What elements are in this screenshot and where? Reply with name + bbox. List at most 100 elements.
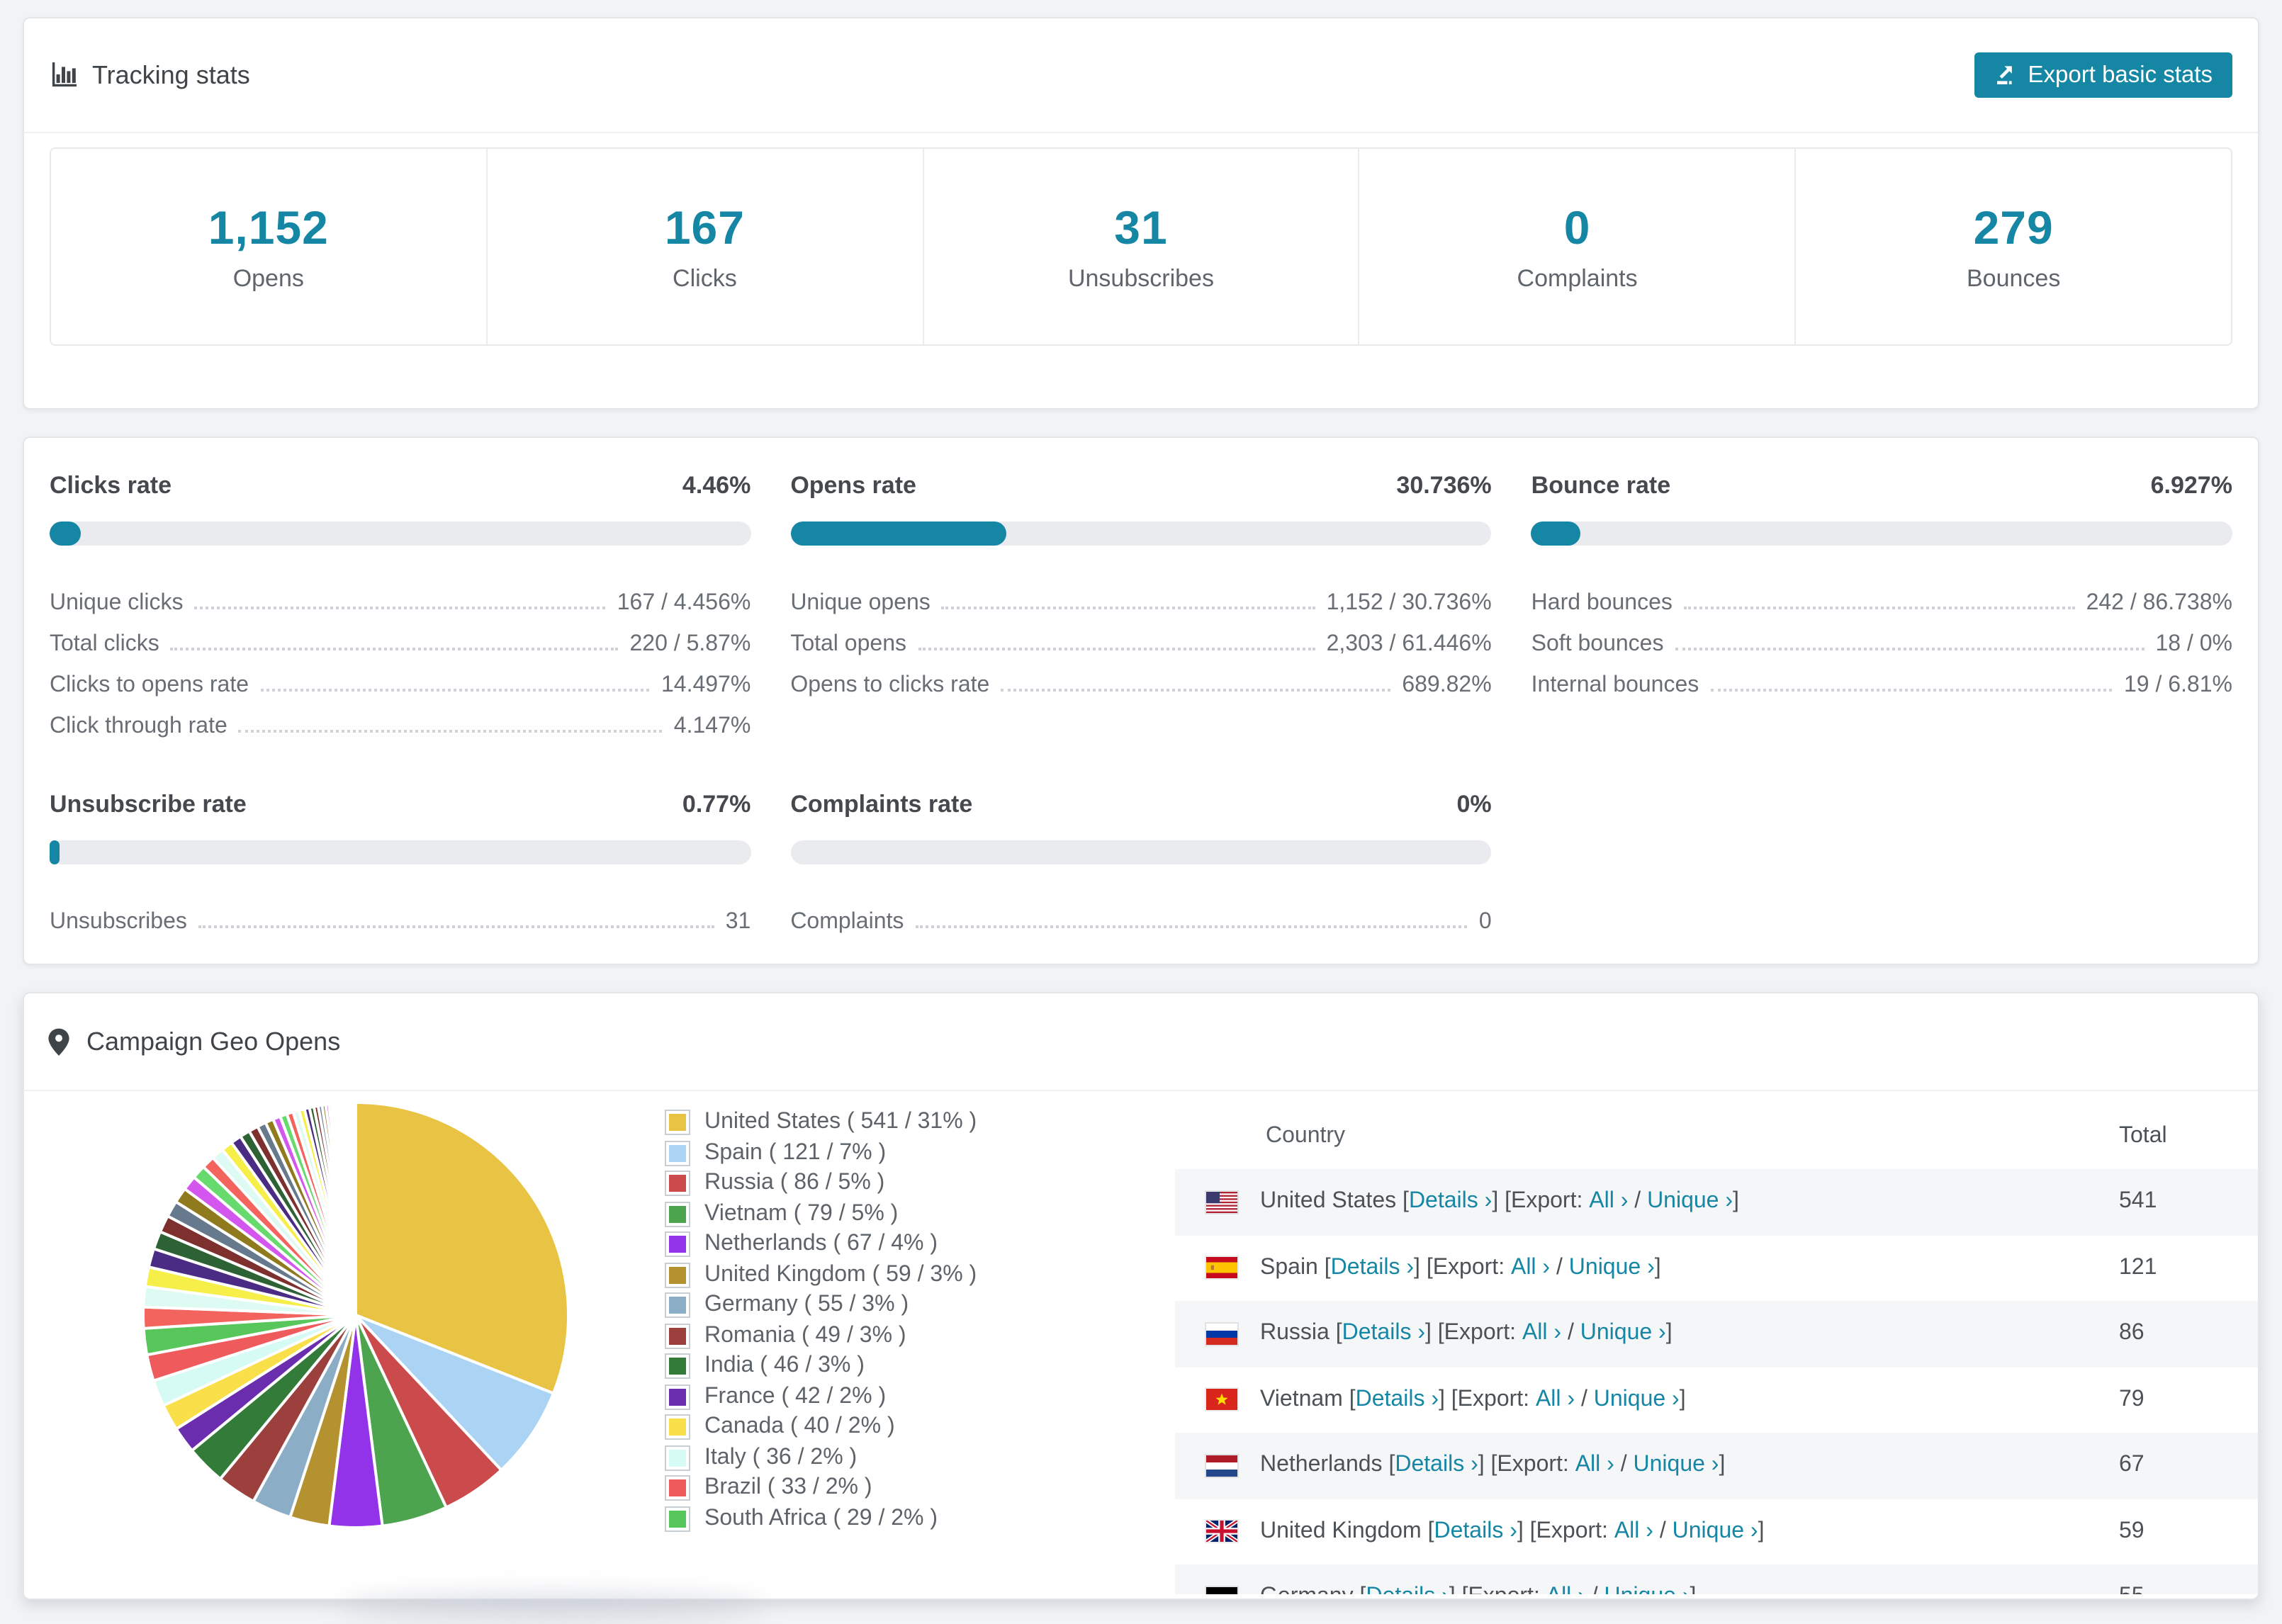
- dotted-leader: [260, 689, 650, 692]
- rate-panel-1: Opens rate 30.736% Unique opens 1,152 / 30.…: [790, 472, 1492, 740]
- dotted-leader: [198, 925, 714, 928]
- legend-item-united-kingdom[interactable]: United Kingdom ( 59 / 3% ): [666, 1262, 977, 1286]
- rate-metric-row: Total clicks 220 / 5.87%: [50, 616, 751, 658]
- rate-panel-head: Complaints rate 0%: [790, 791, 1491, 819]
- details-link[interactable]: Details ›: [1395, 1453, 1478, 1479]
- slash: /: [1653, 1518, 1673, 1543]
- metric-label: Unique clicks: [50, 591, 184, 615]
- export-icon: [1994, 64, 2017, 86]
- export-all-link[interactable]: All ›: [1546, 1585, 1585, 1595]
- rate-metric-row: Click through rate 4.147%: [50, 699, 751, 740]
- country-name: United States: [1260, 1189, 1397, 1214]
- country-name: Russia: [1260, 1321, 1330, 1346]
- rate-panel-head: Clicks rate 4.46%: [50, 472, 751, 500]
- flag-nl-icon: [1206, 1455, 1237, 1477]
- legend-item-italy[interactable]: Italy ( 36 / 2% ): [666, 1445, 977, 1469]
- country-name: United Kingdom: [1260, 1518, 1422, 1543]
- rate-metric-row: Unsubscribes 31: [50, 894, 751, 935]
- export-all-link[interactable]: All ›: [1589, 1190, 1628, 1215]
- country-name: Spain: [1260, 1255, 1318, 1280]
- details-link[interactable]: Details ›: [1356, 1387, 1439, 1413]
- rates-grid: Clicks rate 4.46% Unique clicks 167 / 4.456…: [24, 438, 2258, 935]
- legend-swatch: [666, 1263, 689, 1286]
- legend-item-india[interactable]: India ( 46 / 3% ): [666, 1353, 977, 1377]
- export-unique-link[interactable]: Unique ›: [1594, 1387, 1680, 1413]
- flag-de-icon: [1206, 1586, 1237, 1594]
- details-link[interactable]: Details ›: [1331, 1256, 1414, 1281]
- legend-item-spain[interactable]: Spain ( 121 / 7% ): [666, 1140, 977, 1164]
- stat-box-clicks: 167 Clicks: [488, 149, 924, 344]
- rate-progress-fill: [50, 521, 82, 546]
- legend-label: United States ( 541 / 31% ): [704, 1110, 977, 1134]
- legend-item-russia[interactable]: Russia ( 86 / 5% ): [666, 1171, 977, 1195]
- legend-item-brazil[interactable]: Brazil ( 33 / 2% ): [666, 1475, 977, 1499]
- export-all-link[interactable]: All ›: [1614, 1519, 1653, 1545]
- rate-value: 30.736%: [1396, 472, 1492, 499]
- bracket: ]: [1733, 1189, 1739, 1214]
- export-basic-stats-button[interactable]: Export basic stats: [1974, 52, 2232, 98]
- export-unique-link[interactable]: Unique ›: [1569, 1256, 1655, 1281]
- stat-value: 1,152: [208, 201, 329, 253]
- details-link[interactable]: Details ›: [1434, 1519, 1517, 1545]
- stat-label: Opens: [232, 264, 304, 291]
- slash: /: [1614, 1453, 1634, 1477]
- bracket: ]: [1690, 1585, 1697, 1595]
- export-unique-link[interactable]: Unique ›: [1580, 1321, 1666, 1347]
- stat-box-complaints: 0 Complaints: [1360, 149, 1797, 344]
- export-all-link[interactable]: All ›: [1575, 1453, 1614, 1479]
- legend-item-romania[interactable]: Romania ( 49 / 3% ): [666, 1323, 977, 1347]
- export-all-link[interactable]: All ›: [1536, 1387, 1575, 1413]
- rate-panel-0: Clicks rate 4.46% Unique clicks 167 / 4.456…: [50, 472, 751, 740]
- export-all-link[interactable]: All ›: [1511, 1256, 1550, 1281]
- details-link[interactable]: Details ›: [1366, 1585, 1449, 1595]
- legend-label: Brazil ( 33 / 2% ): [704, 1475, 872, 1499]
- pie-slice-other[interactable]: [353, 1100, 357, 1316]
- legend-item-united-states[interactable]: United States ( 541 / 31% ): [666, 1110, 977, 1134]
- geo-pie-chart[interactable]: [135, 1094, 577, 1536]
- export-unique-link[interactable]: Unique ›: [1604, 1585, 1690, 1595]
- stat-value: 167: [664, 201, 745, 253]
- legend-item-netherlands[interactable]: Netherlands ( 67 / 4% ): [666, 1231, 977, 1256]
- slash: /: [1575, 1387, 1594, 1411]
- stat-box-bounces: 279 Bounces: [1796, 149, 2231, 344]
- legend-swatch: [666, 1416, 689, 1438]
- rate-metric-row: Total opens 2,303 / 61.446%: [790, 616, 1491, 658]
- table-row-ru: Russia [Details ›] [Export: All › / Uniq…: [1175, 1301, 2258, 1367]
- rate-progress-bar: [790, 840, 1492, 864]
- country-total: 55: [2119, 1585, 2145, 1595]
- stat-value: 0: [1563, 201, 1591, 253]
- details-link[interactable]: Details ›: [1342, 1321, 1425, 1347]
- stat-box-unsubscribes: 31 Unsubscribes: [923, 149, 1360, 344]
- rate-value: 0%: [1456, 791, 1492, 818]
- rate-progress-bar: [50, 840, 751, 864]
- legend-swatch: [666, 1172, 689, 1195]
- bracket: ]: [1758, 1518, 1765, 1543]
- legend-label: Netherlands ( 67 / 4% ): [704, 1231, 938, 1256]
- legend-item-canada[interactable]: Canada ( 40 / 2% ): [666, 1414, 977, 1438]
- metric-value: 220 / 5.87%: [629, 632, 751, 656]
- rate-progress-bar: [50, 521, 751, 546]
- export-unique-link[interactable]: Unique ›: [1634, 1453, 1719, 1479]
- legend-item-germany[interactable]: Germany ( 55 / 3% ): [666, 1292, 977, 1316]
- export-unique-link[interactable]: Unique ›: [1673, 1519, 1758, 1545]
- rate-panel-head: Unsubscribe rate 0.77%: [50, 791, 751, 819]
- metric-label: Complaints: [790, 910, 904, 934]
- metric-label: Soft bounces: [1531, 632, 1664, 656]
- legend-swatch: [666, 1507, 689, 1530]
- legend-item-south-africa[interactable]: South Africa ( 29 / 2% ): [666, 1506, 977, 1530]
- rate-metric-row: Unique opens 1,152 / 30.736%: [790, 575, 1491, 616]
- details-link[interactable]: Details ›: [1409, 1190, 1492, 1215]
- dotted-leader: [915, 925, 1468, 928]
- rate-title: Opens rate: [790, 472, 916, 499]
- stat-label: Complaints: [1517, 264, 1638, 291]
- export-unique-link[interactable]: Unique ›: [1647, 1190, 1733, 1215]
- legend-item-france[interactable]: France ( 42 / 2% ): [666, 1384, 977, 1408]
- legend-item-vietnam[interactable]: Vietnam ( 79 / 5% ): [666, 1201, 977, 1225]
- stat-value: 279: [1973, 201, 2054, 253]
- rate-metric-row: Hard bounces 242 / 86.738%: [1531, 575, 2232, 616]
- flag-gb-icon: [1206, 1521, 1237, 1543]
- export-all-link[interactable]: All ›: [1522, 1321, 1561, 1347]
- total-column-header: Total: [2119, 1123, 2167, 1147]
- legend-swatch: [666, 1355, 689, 1377]
